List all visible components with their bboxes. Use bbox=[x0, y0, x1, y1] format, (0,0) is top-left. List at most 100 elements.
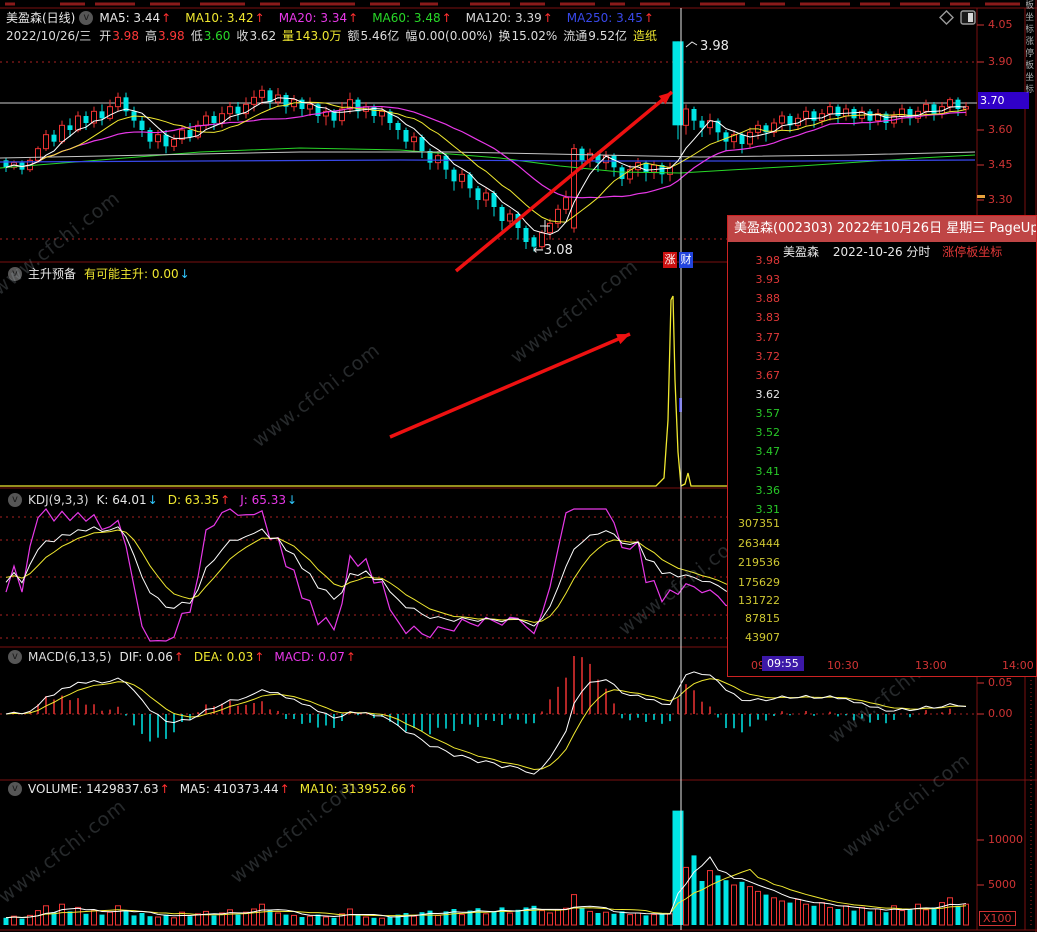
popup-volume-label: 175629 bbox=[738, 576, 780, 589]
label: ↓ bbox=[147, 493, 158, 507]
label: 主升预备 bbox=[28, 267, 77, 281]
label: 开 bbox=[99, 29, 112, 43]
popup-volume-label: 43907 bbox=[745, 631, 780, 644]
label: ↑ bbox=[173, 650, 184, 664]
label: MA5: 410373.44 bbox=[179, 782, 279, 796]
popup-header[interactable]: 美盈森(002303) 2022年10月26日 星期三 PageUp/Dow bbox=[728, 216, 1036, 242]
popup-price-label: 3.98 bbox=[755, 254, 781, 267]
chevron-circle-icon[interactable]: v bbox=[8, 493, 22, 507]
popup-date-label: 2022-10-26 分时 bbox=[832, 245, 931, 259]
low-annotation: ←3.08 bbox=[533, 243, 573, 258]
label: MA10: 3.42 bbox=[185, 10, 254, 25]
popup-price-label: 3.93 bbox=[755, 273, 781, 286]
label: 有可能主升: 0.00 bbox=[84, 267, 179, 281]
popup-price-label: 3.52 bbox=[755, 426, 781, 439]
diamond-icon[interactable] bbox=[939, 10, 954, 25]
label: 流通 bbox=[563, 29, 588, 43]
label: ↑ bbox=[254, 10, 265, 25]
chevron-circle-icon[interactable]: v bbox=[8, 266, 22, 281]
axis-label: 0.05 bbox=[988, 676, 1013, 689]
edge-strip-text: 涨停板坐标涨停板坐标涨停板坐标涨停板坐标涨停板坐标 bbox=[1026, 0, 1037, 204]
label: 美盈森(日线) bbox=[6, 11, 76, 25]
label: ↑ bbox=[441, 10, 452, 25]
window-restore-icon[interactable] bbox=[960, 10, 976, 25]
label: MA20: 3.34 bbox=[278, 10, 348, 25]
axis-label: 4.05 bbox=[988, 18, 1013, 31]
label: 0.00(0.00%) bbox=[418, 28, 493, 43]
label: 量 bbox=[282, 29, 295, 43]
label: DIF: 0.06 bbox=[119, 650, 173, 664]
label: MA10: 313952.66 bbox=[299, 782, 407, 796]
popup-price-label: 3.41 bbox=[755, 465, 781, 478]
label: 高 bbox=[144, 29, 157, 43]
label: MA250: 3.45 bbox=[566, 10, 643, 25]
label: 3.60 bbox=[203, 28, 231, 43]
axis-label: 3.60 bbox=[988, 123, 1013, 136]
popup-price-label: 3.62 bbox=[755, 388, 781, 401]
popup-price-label: 3.83 bbox=[755, 311, 781, 324]
daily-info-row: 2022/10/26/三开 3.98 高 3.98 低 3.60 收 3.62 量 143.0万额… bbox=[6, 27, 657, 44]
popup-price-label: 3.72 bbox=[755, 350, 781, 363]
label: KDJ(9,3,3) bbox=[28, 493, 89, 507]
popup-price-label: 3.67 bbox=[755, 369, 781, 382]
label: 9.52亿 bbox=[588, 29, 628, 43]
label: 15.02% bbox=[511, 28, 558, 43]
label: K: 64.01 bbox=[96, 493, 147, 507]
popup-volume-label: 87815 bbox=[745, 612, 780, 625]
label: MA5: 3.44 bbox=[99, 10, 161, 25]
label: VOLUME: 1429837.63 bbox=[28, 782, 159, 796]
chevron-circle-icon[interactable]: v bbox=[8, 782, 22, 796]
popup-volume-label: 307351 bbox=[738, 517, 780, 530]
chevron-circle-icon[interactable]: v bbox=[79, 10, 94, 25]
label: MA60: 3.48 bbox=[372, 10, 441, 25]
volume-indicator-row: v VOLUME: 1429837.63 ↑ MA5: 410373.44 ↑ MA10:… bbox=[6, 782, 417, 796]
label: ↑ bbox=[542, 10, 553, 25]
label: ↑ bbox=[254, 650, 265, 664]
kdj-indicator-row: v KDJ(9,3,3) K: 64.01 ↓ D: 63.35 ↑ J: 65.33 ↓ bbox=[6, 493, 297, 507]
intraday-popup[interactable]: 美盈森(002303) 2022年10月26日 星期三 PageUp/Dow 美… bbox=[727, 215, 1037, 677]
axis-label: 5000 bbox=[988, 878, 1016, 891]
label: ↓ bbox=[179, 266, 190, 281]
label: MA120: 3.39 bbox=[465, 10, 542, 25]
popup-price-label: 3.36 bbox=[755, 484, 781, 497]
label: ↑ bbox=[348, 10, 359, 25]
popup-volume-label: 131722 bbox=[738, 594, 780, 607]
label: ↑ bbox=[407, 782, 418, 796]
popup-volume-label: 263444 bbox=[738, 537, 780, 550]
label: 3.98 bbox=[112, 28, 139, 43]
label: ↑ bbox=[345, 650, 356, 664]
label: ↑ bbox=[220, 493, 231, 507]
signal-badge: 财 bbox=[679, 252, 693, 268]
edge-strip: 涨停板坐标涨停板坐标涨停板坐标涨停板坐标涨停板坐标 bbox=[1026, 0, 1037, 214]
chevron-circle-icon[interactable]: v bbox=[8, 650, 22, 664]
label: DEA: 0.03 bbox=[193, 650, 254, 664]
label: 换 bbox=[498, 29, 511, 43]
stock-app-window: 美盈森(日线) v MA5: 3.44 ↑ MA10: 3.42 ↑ MA20: 3.34 ↑… bbox=[0, 0, 1037, 932]
volume-unit-label: X100 bbox=[979, 911, 1016, 926]
axis-label: 0.00 bbox=[988, 707, 1013, 720]
zhusheng-indicator-row: v 主升预备 有可能主升: 0.00 ↓ bbox=[6, 265, 190, 282]
label: 造纸 bbox=[633, 29, 658, 43]
label: 低 bbox=[190, 29, 203, 43]
popup-price-label: 3.77 bbox=[755, 331, 781, 344]
macd-indicator-row: v MACD(6,13,5) DIF: 0.06 ↑ DEA: 0.03 ↑ MACD: 0… bbox=[6, 650, 356, 664]
label: 2022/10/26/三 bbox=[6, 29, 92, 43]
label: MACD(6,13,5) bbox=[28, 650, 112, 664]
label: ↑ bbox=[161, 10, 172, 25]
popup-volume-label: 219536 bbox=[738, 556, 780, 569]
label: D: 63.35 bbox=[167, 493, 220, 507]
label: ↑ bbox=[279, 782, 290, 796]
label: 143.0万 bbox=[295, 29, 342, 43]
popup-price-label: 3.88 bbox=[755, 292, 781, 305]
popup-time-label: 14:00 bbox=[1002, 659, 1034, 672]
axis-label: 3.45 bbox=[988, 158, 1013, 171]
popup-price-label: 3.47 bbox=[755, 445, 781, 458]
label: 收 bbox=[236, 29, 249, 43]
popup-stock-name: 美盈森 bbox=[783, 245, 820, 259]
popup-time-label: 10:30 bbox=[827, 659, 859, 672]
popup-mode-label: 涨停板坐标 bbox=[942, 245, 1003, 259]
main-chart-title-row: 美盈森(日线) v MA5: 3.44 ↑ MA10: 3.42 ↑ MA20: 3.34 ↑… bbox=[6, 9, 654, 26]
axis-label: 3.90 bbox=[988, 55, 1013, 68]
popup-price-label: 3.57 bbox=[755, 407, 781, 420]
label: ↓ bbox=[286, 493, 298, 507]
